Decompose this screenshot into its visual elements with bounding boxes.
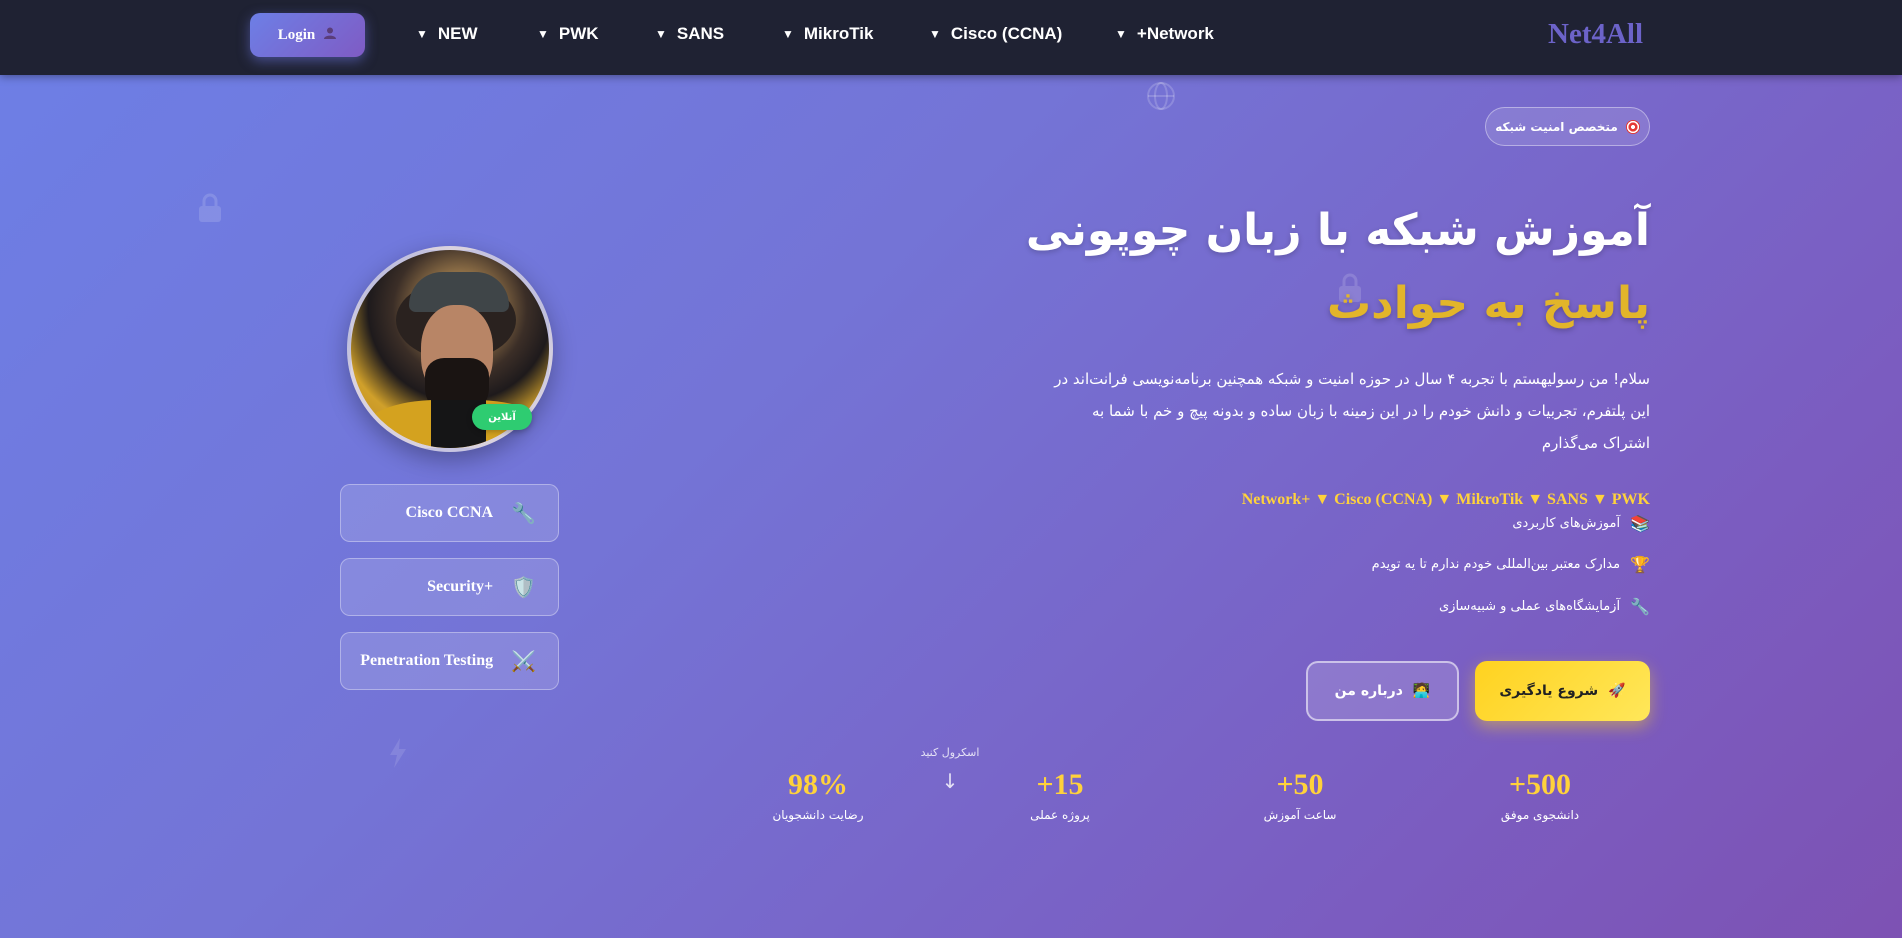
stat-students: +500 دانشجوی موفق bbox=[1470, 768, 1610, 822]
about-me-button[interactable]: 🧑‍💻 درباره من bbox=[1306, 661, 1459, 721]
feature-item: 📚 آموزش‌های کاربردی bbox=[1512, 514, 1650, 533]
stat-projects: +15 پروژه عملی bbox=[990, 768, 1130, 822]
skill-label: Security+ bbox=[427, 578, 494, 595]
login-label: Login bbox=[277, 26, 316, 43]
login-button[interactable]: Login bbox=[250, 13, 365, 57]
dropdown-arrow-icon: ▼ bbox=[416, 27, 428, 41]
nav-item-label: MikroTik bbox=[803, 24, 874, 43]
specialty-badge: متخصص امنیت شبکه bbox=[1485, 107, 1650, 146]
skill-label: Cisco CCNA bbox=[405, 504, 494, 521]
start-learning-button[interactable]: 🚀 شروع یادگیری bbox=[1475, 661, 1650, 721]
stat-label: ساعت آموزش bbox=[1263, 808, 1337, 822]
brand-logo[interactable]: Net4All bbox=[1548, 18, 1643, 51]
stat-label: دانشجوی موفق bbox=[1500, 808, 1580, 822]
nav-item-pwk[interactable]: ▼ PWK bbox=[537, 24, 599, 44]
trophy-icon: 🏆 bbox=[1630, 555, 1650, 574]
user-icon bbox=[323, 26, 337, 45]
nav-item-label: +Network bbox=[1136, 24, 1214, 43]
feature-item: 🏆 مدارک معتبر بین‌المللی خودم ندارم تا ی… bbox=[1372, 555, 1650, 574]
nav-item-label: PWK bbox=[558, 24, 599, 43]
nav-item-label: NEW bbox=[437, 24, 478, 43]
about-me-label: درباره من bbox=[1334, 683, 1403, 699]
wrench-icon: 🔧 bbox=[511, 502, 536, 525]
skill-card-pentest[interactable]: Penetration Testing ⚔️ bbox=[340, 632, 559, 690]
skill-card-ccna[interactable]: Cisco CCNA 🔧 bbox=[340, 484, 559, 542]
rocket-icon: 🚀 bbox=[1608, 683, 1626, 699]
feature-text: آموزش‌های کاربردی bbox=[1512, 516, 1621, 531]
skill-card-security[interactable]: Security+ 🛡️ bbox=[340, 558, 559, 616]
nav-item-cisco[interactable]: ▼ Cisco (CCNA) bbox=[929, 24, 1062, 44]
stat-satisfaction: 98% رضایت دانشجویان bbox=[748, 768, 888, 822]
wrench-icon: 🔧 bbox=[1630, 597, 1650, 616]
books-icon: 📚 bbox=[1630, 514, 1650, 533]
stat-value: +50 bbox=[1276, 768, 1324, 801]
feature-item: 🔧 آزمایشگاه‌های عملی و شبیه‌سازی bbox=[1439, 597, 1650, 616]
stat-value: +15 bbox=[1036, 768, 1084, 801]
target-icon bbox=[1625, 119, 1640, 134]
dropdown-arrow-icon: ▼ bbox=[655, 27, 667, 41]
stat-value: +500 bbox=[1508, 768, 1572, 801]
hero-title: آموزش شبکه با زبان چوپونی bbox=[1025, 205, 1650, 256]
globe-icon bbox=[1145, 80, 1177, 119]
nav-item-label: SANS bbox=[676, 24, 725, 43]
nav-item-mikrotik[interactable]: ▼ MikroTik bbox=[782, 24, 873, 44]
nav-item-label: Cisco (CCNA) bbox=[950, 24, 1063, 43]
skill-label: Penetration Testing bbox=[360, 652, 494, 669]
scroll-hint: اسکرول کنید bbox=[920, 746, 980, 759]
feature-text: مدارک معتبر بین‌المللی خودم ندارم تا یه … bbox=[1371, 557, 1621, 572]
nav-item-network[interactable]: ▼ +Network bbox=[1115, 24, 1214, 44]
lightning-icon bbox=[388, 738, 408, 775]
stat-label: رضایت دانشجویان bbox=[772, 808, 864, 822]
feature-text: آزمایشگاه‌های عملی و شبیه‌سازی bbox=[1439, 599, 1621, 614]
online-status-badge: آنلاین bbox=[472, 404, 532, 430]
stat-value: 98% bbox=[788, 768, 848, 801]
arrow-down-icon: ↓ bbox=[941, 769, 959, 793]
dropdown-arrow-icon: ▼ bbox=[782, 27, 794, 41]
intro-text: سلام! من رسولیهستم با تجربه ۴ سال در حوز… bbox=[1054, 370, 1650, 452]
nav-item-sans[interactable]: ▼ SANS bbox=[655, 24, 724, 44]
dropdown-arrow-icon: ▼ bbox=[929, 27, 941, 41]
course-tags: Network+ ▼ Cisco (CCNA) ▼ MikroTik ▼ SAN… bbox=[1241, 491, 1650, 508]
lock-icon bbox=[196, 192, 224, 231]
start-learning-label: شروع یادگیری bbox=[1499, 683, 1599, 699]
person-laptop-icon: 🧑‍💻 bbox=[1412, 683, 1431, 699]
nav-item-new[interactable]: ▼ NEW bbox=[416, 24, 478, 44]
navbar: Login ▼ NEW ▼ PWK ▼ SANS ▼ MikroTik ▼ Ci… bbox=[0, 0, 1902, 75]
dropdown-arrow-icon: ▼ bbox=[1115, 27, 1127, 41]
swords-icon: ⚔️ bbox=[511, 650, 536, 673]
dropdown-arrow-icon: ▼ bbox=[537, 27, 549, 41]
stat-hours: +50 ساعت آموزش bbox=[1230, 768, 1370, 822]
scroll-indicator[interactable]: اسکرول کنید ↓ bbox=[910, 746, 990, 793]
stat-label: پروژه عملی bbox=[1030, 808, 1090, 822]
hero-subtitle: پاسخ به حوادث bbox=[1326, 278, 1650, 329]
shield-icon: 🛡️ bbox=[511, 576, 536, 599]
badge-label: متخصص امنیت شبکه bbox=[1495, 119, 1618, 134]
